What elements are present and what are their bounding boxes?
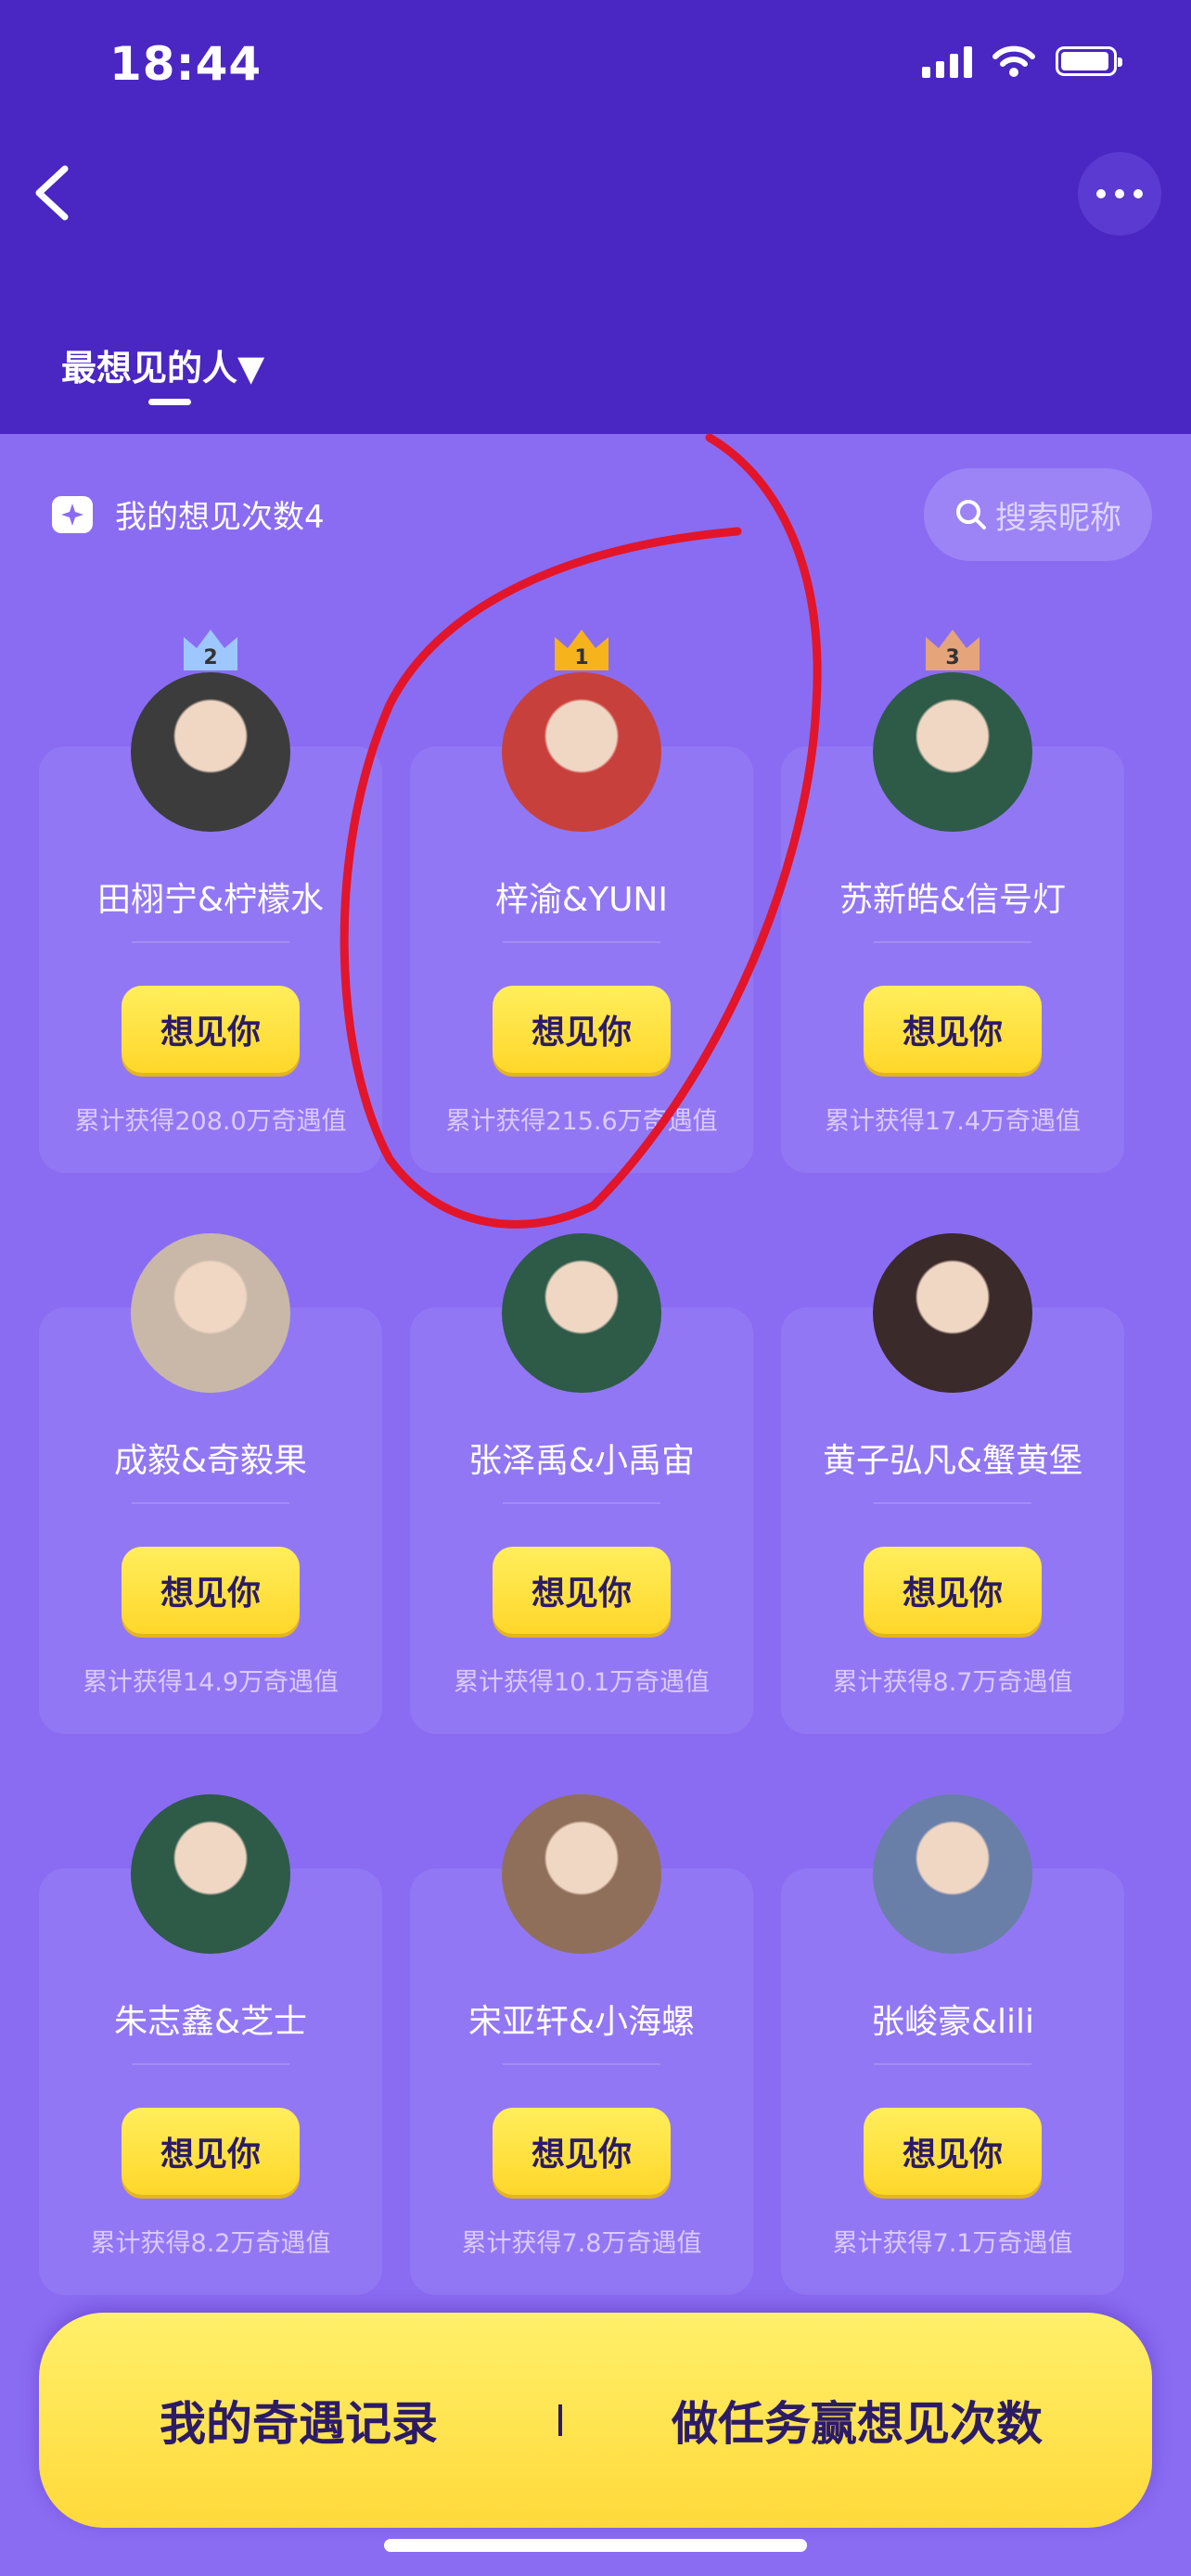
rank-number: 2: [203, 646, 218, 670]
accumulated-value-text: 累计获得215.6万奇遇值: [445, 1107, 718, 1136]
search-input[interactable]: 搜索昵称: [924, 468, 1152, 561]
search-icon: [956, 500, 986, 529]
idol-name: 朱志鑫&芝士: [113, 2003, 308, 2041]
header: 18:44 最想见的人▼: [0, 0, 1191, 434]
avatar[interactable]: [131, 1794, 290, 1954]
back-chevron-icon[interactable]: [26, 159, 82, 226]
rank-crown-icon: 1: [553, 628, 610, 672]
dot-icon: [1115, 189, 1124, 198]
home-indicator: [384, 2539, 807, 2552]
more-options-button[interactable]: [1078, 152, 1161, 236]
want-to-see-button[interactable]: 想见你: [493, 1547, 671, 1634]
idol-name: 宋亚轩&小海螺: [467, 2003, 696, 2041]
bottom-action-bar: 我的奇遇记录 做任务赢想见次数: [39, 2313, 1152, 2528]
idol-name: 黄子弘凡&蟹黄堡: [822, 1442, 1083, 1480]
rank-crown-icon: 3: [924, 628, 981, 672]
rank-number: 3: [945, 646, 960, 670]
status-icons: [922, 45, 1122, 78]
card-divider: [503, 1502, 660, 1504]
card-divider: [874, 2063, 1031, 2065]
dot-icon: [1096, 189, 1106, 198]
sparkle-ticket-icon: [52, 495, 93, 533]
want-to-see-button[interactable]: 想见你: [122, 986, 300, 1073]
want-to-see-button[interactable]: 想见你: [864, 1547, 1042, 1634]
avatar[interactable]: [131, 1233, 290, 1393]
accumulated-value-text: 累计获得7.1万奇遇值: [832, 2229, 1073, 2258]
avatar[interactable]: [502, 1233, 661, 1393]
idol-name: 梓渝&YUNI: [495, 881, 668, 919]
dot-icon: [1133, 189, 1143, 198]
card-divider: [503, 941, 660, 943]
want-count-label: 我的想见次数4: [115, 499, 325, 536]
accumulated-value-text: 累计获得8.2万奇遇值: [90, 2229, 331, 2258]
avatar[interactable]: [873, 1233, 1032, 1393]
card-divider: [132, 2063, 289, 2065]
do-tasks-button[interactable]: 做任务赢想见次数: [562, 2387, 1152, 2454]
card-divider: [874, 1502, 1031, 1504]
avatar[interactable]: [502, 672, 661, 832]
accumulated-value-text: 累计获得14.9万奇遇值: [82, 1668, 339, 1697]
battery-icon: [1056, 46, 1122, 76]
idol-name: 成毅&奇毅果: [113, 1442, 308, 1480]
tab-most-wanted[interactable]: 最想见的人▼: [61, 339, 264, 390]
idol-name: 张泽禹&小禹宙: [467, 1442, 696, 1480]
avatar[interactable]: [131, 672, 290, 832]
avatar[interactable]: [873, 1794, 1032, 1954]
avatar[interactable]: [873, 672, 1032, 832]
want-to-see-button[interactable]: 想见你: [864, 986, 1042, 1073]
card-divider: [132, 1502, 289, 1504]
accumulated-value-text: 累计获得17.4万奇遇值: [824, 1107, 1082, 1136]
want-count-row: 我的想见次数4: [52, 491, 325, 537]
search-placeholder: 搜索昵称: [995, 499, 1121, 537]
cellular-signal-icon: [922, 45, 972, 78]
accumulated-value-text: 累计获得10.1万奇遇值: [453, 1668, 711, 1697]
card-divider: [503, 2063, 660, 2065]
tab-underline: [148, 399, 191, 405]
accumulated-value-text: 累计获得8.7万奇遇值: [832, 1668, 1073, 1697]
idol-name: 苏新皓&信号灯: [839, 881, 1067, 919]
wifi-icon: [992, 45, 1035, 77]
avatar[interactable]: [502, 1794, 661, 1954]
status-time: 18:44: [109, 37, 263, 91]
accumulated-value-text: 累计获得208.0万奇遇值: [74, 1107, 347, 1136]
want-to-see-button[interactable]: 想见你: [493, 2108, 671, 2195]
card-divider: [132, 941, 289, 943]
rank-number: 1: [574, 646, 589, 670]
accumulated-value-text: 累计获得7.8万奇遇值: [461, 2229, 702, 2258]
idol-name: 田栩宁&柠檬水: [96, 881, 325, 919]
want-to-see-button[interactable]: 想见你: [122, 1547, 300, 1634]
idol-name: 张峻豪&lili: [870, 2003, 1035, 2041]
card-divider: [874, 941, 1031, 943]
want-to-see-button[interactable]: 想见你: [493, 986, 671, 1073]
want-to-see-button[interactable]: 想见你: [864, 2108, 1042, 2195]
my-encounter-records-button[interactable]: 我的奇遇记录: [39, 2387, 558, 2454]
rank-crown-icon: 2: [182, 628, 239, 672]
want-to-see-button[interactable]: 想见你: [122, 2108, 300, 2195]
